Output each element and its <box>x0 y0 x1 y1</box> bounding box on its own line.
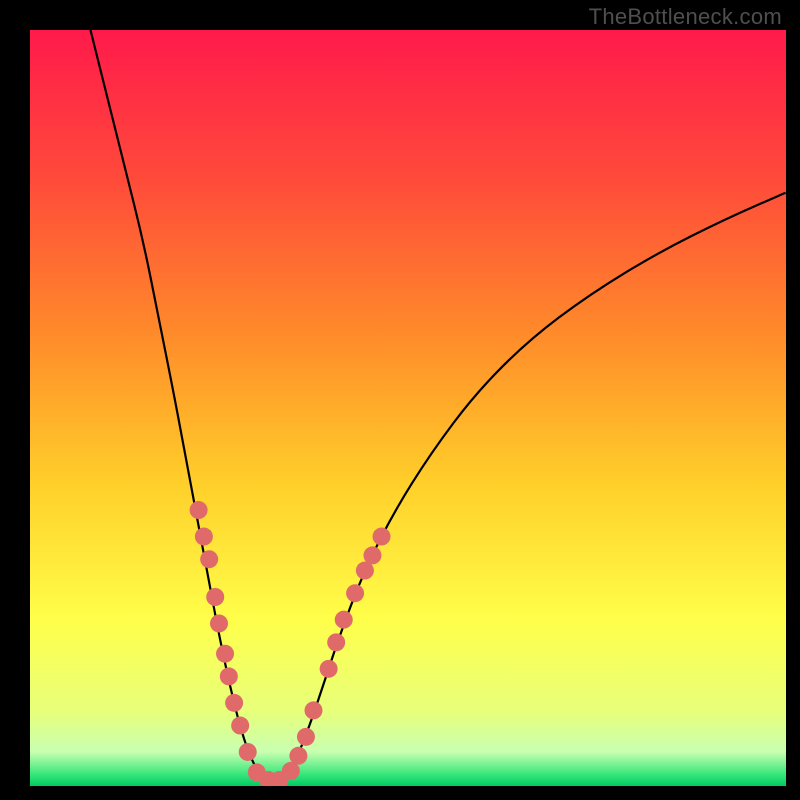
plot-background <box>30 30 786 786</box>
sample-dot <box>335 611 353 629</box>
sample-dot <box>216 645 234 663</box>
sample-dot <box>239 743 257 761</box>
watermark-text: TheBottleneck.com <box>589 4 782 30</box>
sample-dot <box>190 501 208 519</box>
sample-dot <box>346 584 364 602</box>
sample-dot <box>195 528 213 546</box>
bottleneck-chart <box>0 0 800 800</box>
sample-dot <box>225 694 243 712</box>
sample-dot <box>289 747 307 765</box>
sample-dot <box>231 717 249 735</box>
sample-dot <box>320 660 338 678</box>
sample-dot <box>327 633 345 651</box>
sample-dot <box>373 528 391 546</box>
sample-dot <box>297 728 315 746</box>
sample-dot <box>363 546 381 564</box>
sample-dot <box>200 550 218 568</box>
sample-dot <box>210 614 228 632</box>
sample-dot <box>220 667 238 685</box>
sample-dot <box>206 588 224 606</box>
chart-frame: TheBottleneck.com <box>0 0 800 800</box>
sample-dot <box>305 701 323 719</box>
